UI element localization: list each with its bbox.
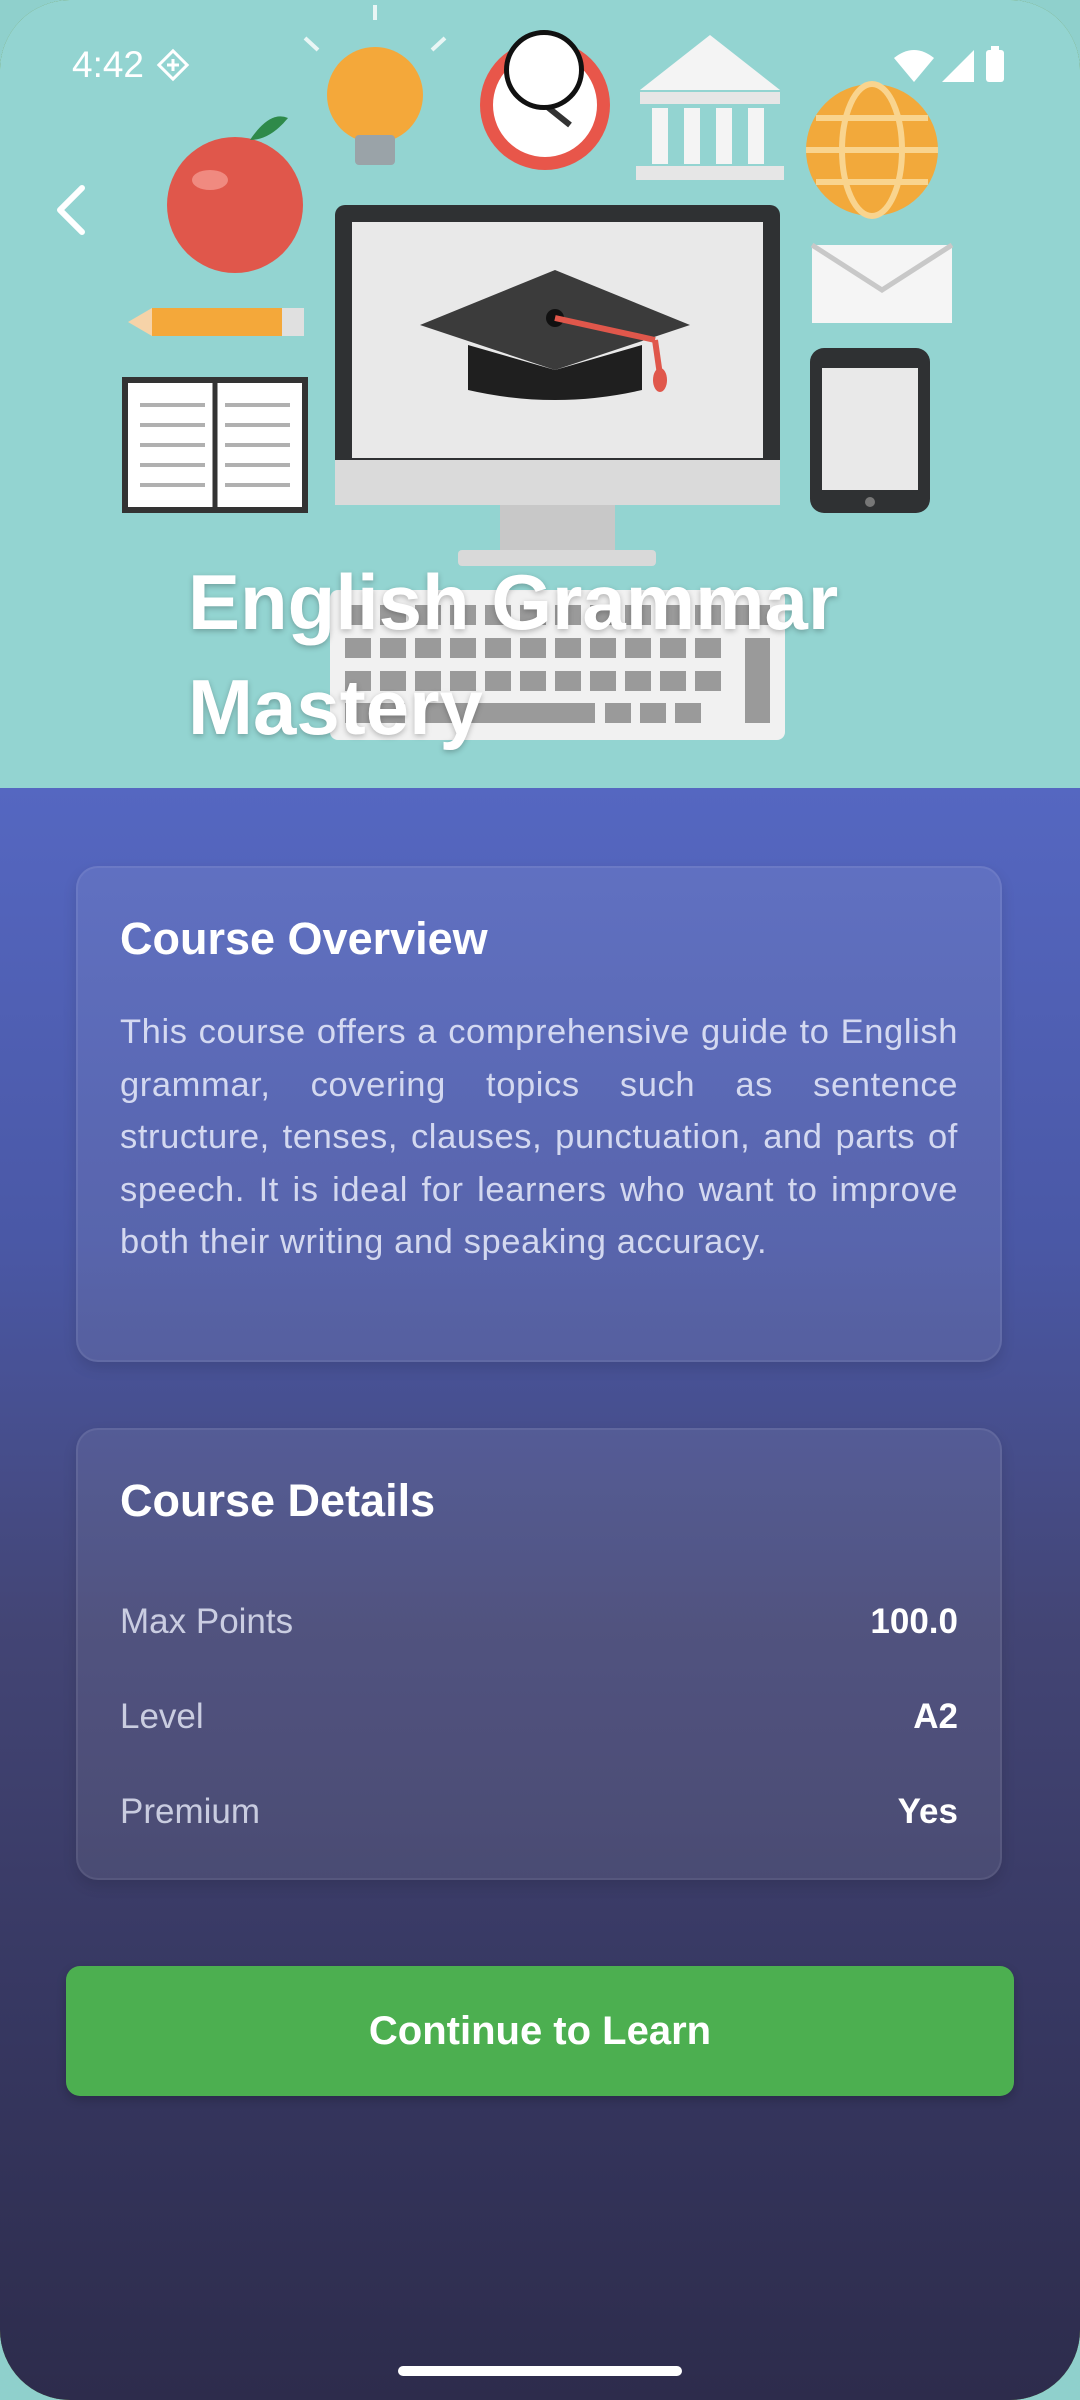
apple-icon — [167, 116, 303, 273]
chevron-left-icon — [57, 185, 85, 235]
pencil-icon — [128, 308, 304, 336]
signal-icon — [942, 50, 974, 82]
detail-row-premium: Premium Yes — [120, 1764, 958, 1859]
status-icons — [892, 46, 1008, 91]
course-overview-card: Course Overview This course offers a com… — [76, 866, 1002, 1362]
details-title: Course Details — [120, 1475, 436, 1526]
battery-icon — [986, 46, 1004, 82]
details-list: Max Points 100.0 Level A2 Premium Yes — [120, 1574, 958, 1859]
detail-row-max-points: Max Points 100.0 — [120, 1574, 958, 1669]
continue-to-learn-button[interactable]: Continue to Learn — [66, 1966, 1014, 2096]
detail-label: Premium — [120, 1791, 261, 1831]
wifi-icon — [894, 50, 934, 82]
detail-label: Max Points — [120, 1601, 294, 1641]
course-details-card: Course Details Max Points 100.0 Level A2… — [76, 1428, 1002, 1880]
course-hero-image: 4:42 English Grammar Mastery — [0, 0, 1080, 788]
camera-cutout — [504, 30, 584, 110]
detail-value: A2 — [913, 1696, 958, 1736]
detail-label: Level — [120, 1696, 204, 1736]
screen: 4:42 English Grammar Mastery Course Over… — [0, 0, 1080, 2400]
course-title: English Grammar Mastery — [188, 558, 839, 751]
course-content: Course Overview This course offers a com… — [0, 788, 1080, 2400]
detail-value: 100.0 — [870, 1601, 958, 1641]
detail-value: Yes — [897, 1791, 958, 1831]
envelope-icon — [810, 242, 954, 323]
back-button[interactable] — [30, 170, 110, 250]
book-icon — [122, 377, 308, 513]
tablet-icon — [810, 348, 930, 513]
overview-title: Course Overview — [120, 913, 488, 964]
overview-description: This course offers a comprehensive guide… — [120, 1013, 958, 1261]
status-time: 4:42 — [72, 44, 145, 85]
sim-card-icon — [156, 48, 190, 87]
home-indicator[interactable] — [398, 2366, 682, 2376]
detail-row-level: Level A2 — [120, 1669, 958, 1764]
